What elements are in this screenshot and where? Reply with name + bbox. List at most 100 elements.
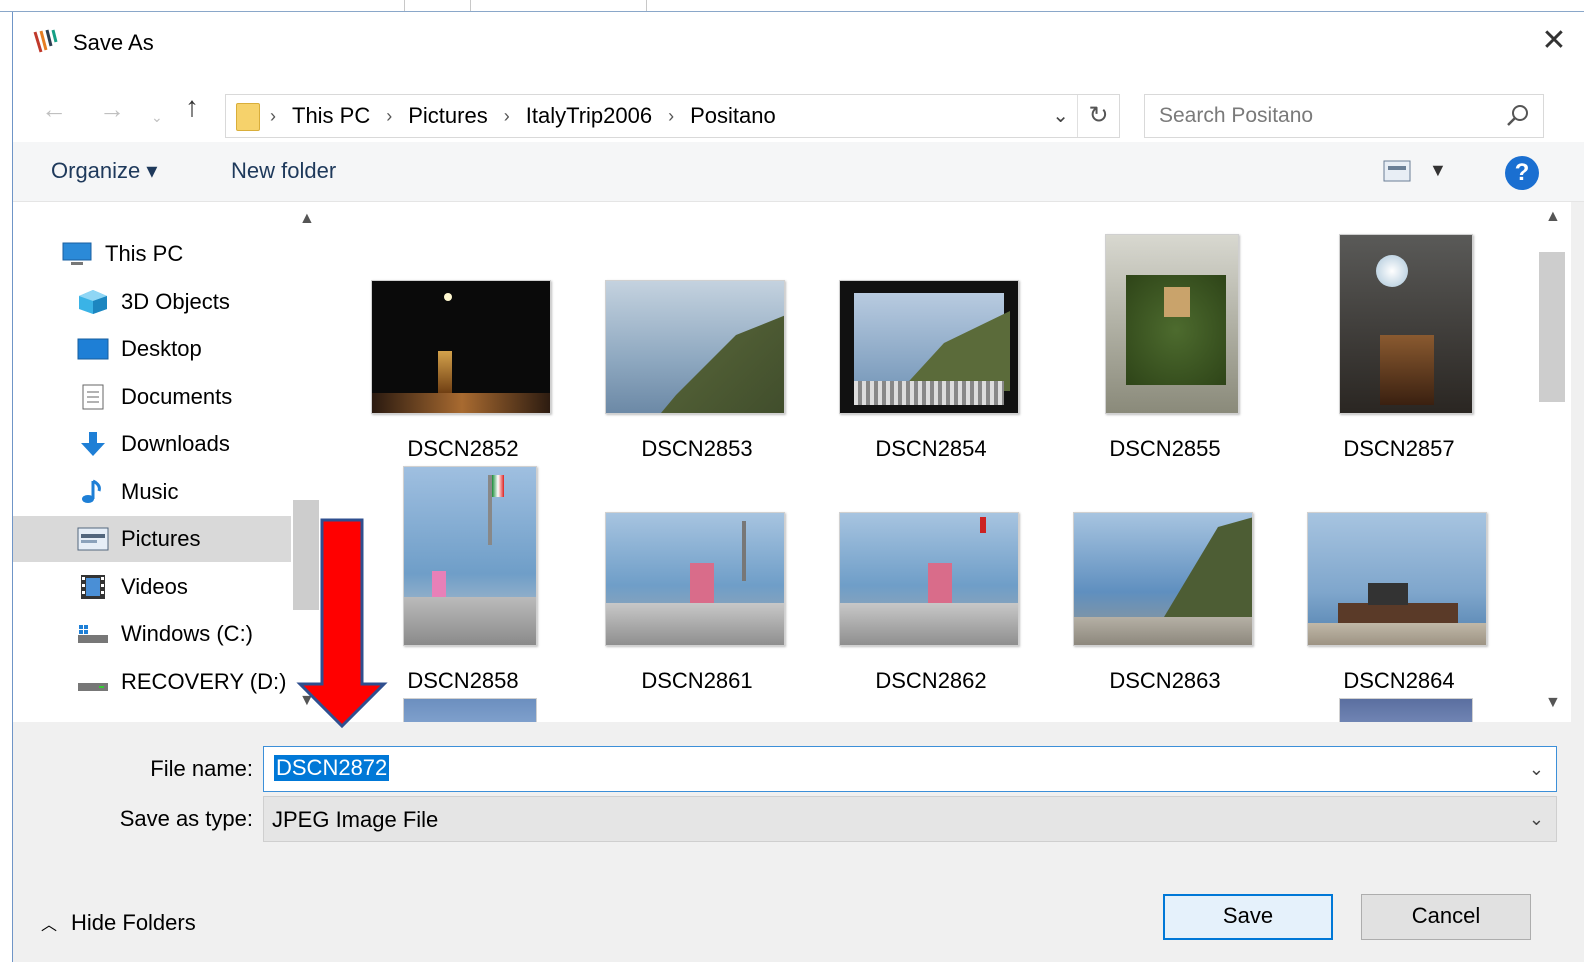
file-item[interactable]: DSCN2858 [363,458,563,693]
nav-item-label: Downloads [121,431,230,456]
new-folder-button[interactable]: New folder [231,158,336,184]
nav-item-music[interactable]: Music [13,469,291,515]
thumbnail-image [1105,234,1239,414]
red-arrow-annotation [296,518,388,729]
scroll-up-icon[interactable]: ▲ [299,210,315,228]
save-form: File name: DSCN2872 ⌄ Save as type: JPEG… [13,722,1584,962]
drive-icon [78,625,108,643]
nav-item-videos[interactable]: Videos [13,564,291,610]
background-window-strip [0,0,1584,12]
help-icon[interactable]: ? [1505,156,1539,190]
save-as-type-value: JPEG Image File [272,807,439,832]
nav-item-downloads[interactable]: Downloads [13,421,291,467]
thumbnail-image [1339,234,1473,414]
chevron-right-icon[interactable]: › [504,106,510,127]
command-bar: Organize ▾ New folder ▼ ? [13,142,1584,202]
address-bar[interactable]: › This PC › Pictures › ItalyTrip2006 › P… [225,94,1120,138]
back-arrow-icon[interactable]: ← [41,96,67,122]
nav-item-pictures[interactable]: Pictures [13,516,291,562]
file-name-label: DSCN2862 [875,668,987,693]
file-name-label: DSCN2864 [1343,668,1455,693]
breadcrumb-item[interactable]: This PC [292,103,370,129]
chevron-up-icon: ︿ [41,917,58,934]
nav-item-label: Desktop [121,336,202,361]
breadcrumb: › This PC › Pictures › ItalyTrip2006 › P… [270,95,776,137]
chevron-down-icon[interactable]: ⌄ [1529,809,1544,830]
music-icon [82,479,101,503]
breadcrumb-item[interactable]: ItalyTrip2006 [526,103,652,129]
thumbnail-image[interactable] [1339,698,1473,722]
file-item[interactable]: DSCN2861 [597,458,797,693]
breadcrumb-item[interactable]: Positano [690,103,776,129]
recent-locations-chevron-icon[interactable]: ⌄ [151,104,163,130]
save-button[interactable]: Save [1163,894,1333,940]
close-icon[interactable]: ✕ [1534,24,1574,60]
hide-folders-label: Hide Folders [71,910,196,935]
thumbnail-image [1073,512,1253,646]
chevron-down-icon[interactable]: ⌄ [1052,103,1069,128]
nav-item-desktop[interactable]: Desktop [13,326,291,372]
save-as-type-label: Save as type: [119,806,253,831]
thumbnail-image [839,280,1019,414]
nav-item-documents[interactable]: Documents [13,374,291,420]
folder-icon [236,103,260,131]
search-icon[interactable] [1505,103,1531,129]
file-name-field[interactable]: DSCN2872 ⌄ [263,746,1557,792]
divider [470,0,471,11]
navigation-pane: This PC 3D Objects Desktop Documents Dow… [13,202,323,722]
pc-icon [62,242,92,265]
file-item[interactable]: DSCN2864 [1299,458,1499,693]
scrollbar-thumb[interactable] [1539,252,1565,402]
refresh-icon[interactable]: ↻ [1077,95,1119,137]
view-dropdown-icon[interactable]: ▼ [1429,160,1447,181]
thumbnail-image [839,512,1019,646]
file-item[interactable]: DSCN2862 [831,458,1031,693]
divider [646,0,647,11]
file-name-label: File name: [150,756,253,781]
thumbnail-image[interactable] [403,698,537,722]
chevron-down-icon[interactable]: ⌄ [1529,759,1544,780]
app-icon [33,29,58,53]
download-icon [81,432,105,456]
video-icon [81,575,105,599]
nav-item-label: Documents [121,384,233,409]
chevron-right-icon[interactable]: › [668,106,674,127]
scroll-up-icon[interactable]: ▲ [1545,208,1561,226]
file-list-scrollbar[interactable]: ▲ ▼ [1535,202,1571,722]
pictures-icon [77,527,109,551]
nav-item-label: Videos [121,574,188,599]
chevron-right-icon[interactable]: › [386,106,392,127]
thumbnail-image [371,280,551,414]
file-item[interactable]: DSCN2855 [1065,226,1265,461]
organize-button[interactable]: Organize ▾ [51,158,157,184]
file-name-label: DSCN2858 [407,668,519,693]
chevron-right-icon: › [270,105,276,126]
hide-folders-button[interactable]: ︿ Hide Folders [41,910,196,936]
file-item[interactable]: DSCN2857 [1299,226,1499,461]
search-input[interactable] [1159,103,1489,129]
nav-item-recovery-d[interactable]: RECOVERY (D:) [13,659,291,705]
thumbnail-image [605,512,785,646]
view-options-icon[interactable] [1383,160,1411,182]
address-row: ← → ⌄ ↑ › This PC › Pictures › ItalyTrip… [13,74,1584,142]
nav-item-label: RECOVERY (D:) [121,669,287,694]
file-item[interactable]: DSCN2852 [363,226,563,461]
file-item[interactable]: DSCN2854 [831,226,1031,461]
thumbnail-image [403,466,537,646]
forward-arrow-icon[interactable]: → [99,96,125,122]
up-arrow-icon[interactable]: ↑ [185,93,199,121]
nav-item-3d-objects[interactable]: 3D Objects [13,279,291,325]
cube-icon [79,290,107,314]
nav-item-label: 3D Objects [121,289,230,314]
save-as-type-select[interactable]: JPEG Image File ⌄ [263,796,1557,842]
cancel-button[interactable]: Cancel [1361,894,1531,940]
window-title: Save As [73,30,154,55]
file-name-value[interactable]: DSCN2872 [274,755,390,781]
file-item[interactable]: DSCN2853 [597,226,797,461]
file-item[interactable]: DSCN2863 [1065,458,1265,693]
nav-item-windows-c[interactable]: Windows (C:) [13,611,291,657]
nav-item-this-pc[interactable]: This PC [13,231,291,277]
scroll-down-icon[interactable]: ▼ [1545,694,1561,712]
breadcrumb-item[interactable]: Pictures [408,103,487,129]
nav-item-label: Pictures [121,526,201,551]
